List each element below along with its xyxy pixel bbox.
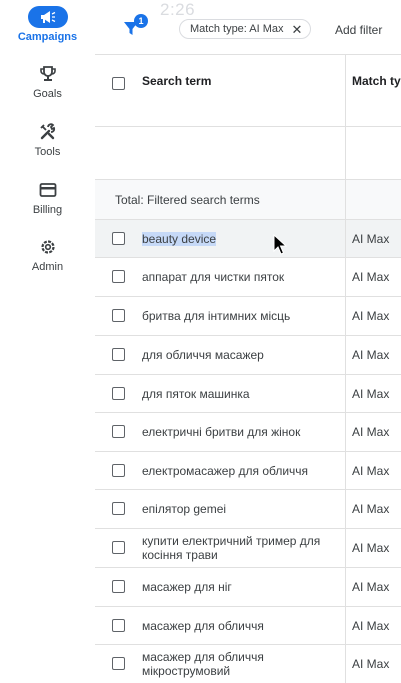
search-term-cell[interactable]: епілятор gemei [142, 502, 334, 516]
match-type-cell: AI Max [352, 270, 390, 284]
search-term-cell[interactable]: електричні бритви для жінок [142, 425, 334, 439]
add-filter-button[interactable]: Add filter [335, 23, 382, 37]
row-checkbox[interactable] [112, 270, 125, 283]
table-row[interactable]: електромасажер для обличчя AI Max [95, 452, 401, 490]
nav-label-admin: Admin [31, 261, 64, 273]
megaphone-icon [27, 6, 68, 28]
filter-chip-label: Match type: AI Max [190, 23, 284, 35]
trophy-icon [28, 63, 68, 85]
search-term-cell[interactable]: бритва для інтимних місць [142, 309, 334, 323]
table-row[interactable]: для пяток машинка AI Max [95, 375, 401, 413]
match-type-cell: AI Max [352, 502, 390, 516]
filter-count-badge: 1 [134, 14, 148, 28]
nav-item-goals[interactable]: Goals [0, 63, 95, 115]
nav-item-tools[interactable]: Tools [0, 121, 95, 173]
search-term-cell[interactable]: масажер для обличчя мікрострумовий [142, 650, 334, 678]
column-header-match-type[interactable]: Match typ [352, 74, 401, 88]
table-row[interactable]: масажер для ніг AI Max [95, 568, 401, 607]
table-row[interactable]: купити електричний тример для косіння тр… [95, 529, 401, 568]
search-term-cell[interactable]: аппарат для чистки пяток [142, 270, 334, 284]
row-checkbox[interactable] [112, 502, 125, 515]
row-checkbox[interactable] [112, 232, 125, 245]
gear-icon [28, 236, 68, 258]
column-divider [345, 55, 346, 683]
match-type-cell: AI Max [352, 541, 390, 555]
table-row[interactable]: бритва для інтимних місць AI Max [95, 297, 401, 336]
table-row[interactable]: масажер для обличчя мікрострумовий AI Ma… [95, 645, 401, 683]
row-checkbox[interactable] [112, 387, 125, 400]
match-type-cell: AI Max [352, 657, 390, 671]
table-spacer-row [95, 127, 401, 180]
nav-label-goals: Goals [33, 88, 62, 100]
nav-item-admin[interactable]: Admin [0, 236, 95, 288]
row-checkbox[interactable] [112, 580, 125, 593]
match-type-cell: AI Max [352, 232, 390, 246]
match-type-cell: AI Max [352, 425, 390, 439]
row-checkbox[interactable] [112, 309, 125, 322]
match-type-cell: AI Max [352, 348, 390, 362]
filter-chip-match-type[interactable]: Match type: AI Max ✕ [179, 19, 312, 39]
table-row[interactable]: епілятор gemei AI Max [95, 490, 401, 529]
match-type-cell: AI Max [352, 619, 390, 633]
match-type-cell: AI Max [352, 580, 390, 594]
table-row[interactable]: масажер для обличчя AI Max [95, 607, 401, 645]
match-type-cell: AI Max [352, 309, 390, 323]
table-row[interactable]: електричні бритви для жінок AI Max [95, 413, 401, 452]
search-term-cell[interactable]: масажер для обличчя [142, 619, 334, 633]
select-all-checkbox[interactable] [112, 77, 125, 90]
selected-search-term: beauty device [142, 232, 217, 246]
nav-label-billing: Billing [32, 204, 63, 216]
app-root: Campaigns Goals Tools Billing Admin 1 2:… [0, 0, 401, 683]
table-row[interactable]: для обличчя масажер AI Max [95, 336, 401, 375]
search-term-cell[interactable]: для пяток машинка [142, 387, 334, 401]
total-label: Total: Filtered search terms [115, 193, 260, 207]
nav-item-billing[interactable]: Billing [0, 179, 95, 231]
search-term-cell[interactable]: масажер для ніг [142, 580, 334, 594]
row-checkbox[interactable] [112, 425, 125, 438]
search-term-cell[interactable]: beauty device [142, 232, 334, 246]
row-checkbox[interactable] [112, 657, 125, 670]
column-header-search-term[interactable]: Search term [142, 74, 334, 88]
mouse-cursor-icon [273, 233, 288, 256]
search-term-cell[interactable]: для обличчя масажер [142, 348, 334, 362]
table-total-row: Total: Filtered search terms [95, 180, 401, 220]
tools-icon [28, 121, 68, 143]
table-row[interactable]: beauty device AI Max [95, 220, 401, 258]
row-checkbox[interactable] [112, 541, 125, 554]
match-type-cell: AI Max [352, 464, 390, 478]
row-checkbox[interactable] [112, 619, 125, 632]
search-term-cell[interactable]: купити електричний тример для косіння тр… [142, 534, 334, 562]
credit-card-icon [28, 179, 68, 201]
table-header-row: Search term Match typ [95, 55, 401, 127]
nav-label-campaigns: Campaigns [17, 31, 78, 43]
close-icon[interactable]: ✕ [292, 23, 303, 36]
nav-label-tools: Tools [34, 146, 61, 158]
timestamp-overlay: 2:26 [160, 0, 196, 19]
nav-item-campaigns[interactable]: Campaigns [0, 6, 95, 58]
row-checkbox[interactable] [112, 464, 125, 477]
left-nav-rail: Campaigns Goals Tools Billing Admin [0, 0, 95, 683]
row-checkbox[interactable] [112, 348, 125, 361]
search-term-cell[interactable]: електромасажер для обличчя [142, 464, 334, 478]
match-type-cell: AI Max [352, 387, 390, 401]
table-row[interactable]: аппарат для чистки пяток AI Max [95, 258, 401, 297]
